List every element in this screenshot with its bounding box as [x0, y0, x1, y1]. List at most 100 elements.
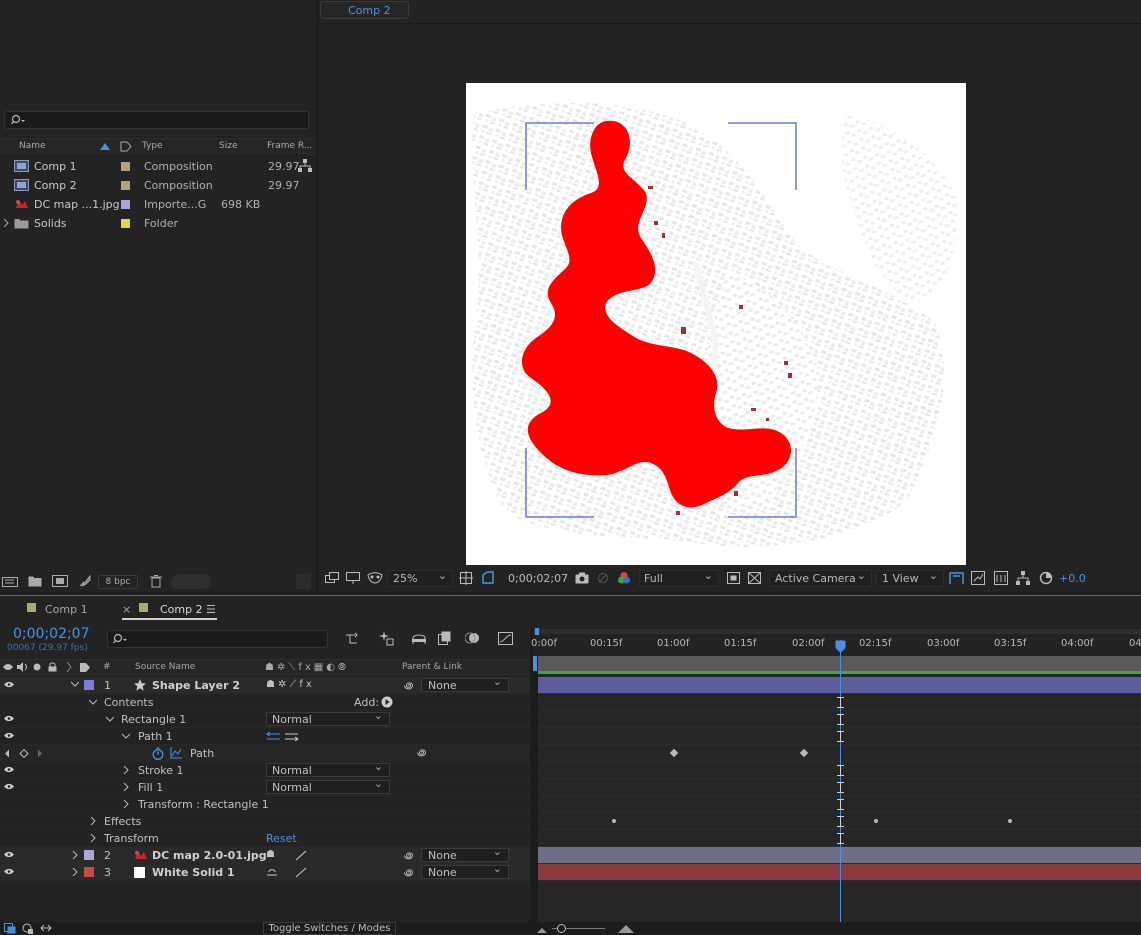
eye-icon[interactable]	[4, 851, 14, 858]
interpret-footage-icon[interactable]	[2, 575, 18, 588]
reset-exposure-icon[interactable]	[1039, 571, 1053, 585]
viewer-timecode[interactable]: 0;00;02;07	[508, 572, 568, 585]
time-stretch-icon[interactable]	[40, 923, 52, 934]
keyframe[interactable]	[799, 748, 809, 758]
timeline-search-input[interactable]	[107, 630, 328, 648]
quality-switch-icon[interactable]	[295, 867, 307, 878]
timeline-icon[interactable]	[994, 571, 1008, 585]
trash-icon[interactable]	[150, 575, 162, 588]
zoom-dropdown[interactable]: 25% ⌄	[387, 569, 453, 587]
current-time-display[interactable]: 0;00;02;07	[13, 626, 90, 642]
keyframe-navigator[interactable]	[4, 749, 44, 758]
shy-layers-icon[interactable]	[411, 632, 427, 645]
close-tab-icon[interactable]: ×	[122, 603, 131, 616]
stopwatch-icon[interactable]	[152, 747, 164, 760]
label-color-swatch[interactable]	[121, 219, 130, 228]
work-area-bar[interactable]	[533, 629, 1141, 634]
property-stroke-1[interactable]: Stroke 1 Normal	[0, 760, 530, 779]
label-color-swatch[interactable]	[121, 162, 130, 171]
camera-dropdown[interactable]: Active Camera ⌄	[769, 569, 872, 587]
monitor-icon[interactable]	[346, 572, 360, 584]
frame-blending-icon[interactable]	[438, 631, 454, 645]
label-tag-icon[interactable]	[120, 141, 132, 152]
layer-switches[interactable]: ☗✲⟋fx	[266, 679, 315, 690]
column-parent-link[interactable]: Parent & Link	[402, 662, 462, 672]
thumbnail-slider[interactable]	[171, 574, 211, 589]
zoom-out-icon[interactable]	[537, 924, 547, 934]
composition-canvas[interactable]	[466, 83, 966, 565]
label-color-swatch[interactable]	[84, 680, 94, 690]
zoom-in-icon[interactable]	[618, 923, 634, 934]
property-transform[interactable]: Transform Reset	[0, 830, 530, 847]
exposure-value[interactable]: +0.0	[1059, 572, 1086, 585]
eye-icon[interactable]	[4, 766, 14, 773]
path-direction-icons[interactable]	[266, 731, 300, 742]
new-folder-icon[interactable]	[28, 575, 42, 587]
transparency-grid-icon[interactable]	[481, 571, 495, 585]
layer-row-dc-map[interactable]: 2 DC map 2.0-01.jpg ☗ None	[0, 845, 530, 864]
comp-mini-flowchart-icon[interactable]	[345, 632, 361, 646]
playhead-handle[interactable]	[835, 640, 846, 654]
fast-previews-icon[interactable]	[971, 571, 985, 585]
blend-mode-dropdown[interactable]: Normal	[266, 760, 390, 777]
draft-3d-icon[interactable]	[377, 630, 395, 646]
tab-comp-2[interactable]: Comp 2	[160, 603, 203, 616]
label-color-swatch[interactable]	[84, 850, 94, 860]
property-fill-1[interactable]: Fill 1 Normal	[0, 777, 530, 796]
viewer-tab-comp-2[interactable]: Comp 2	[320, 1, 409, 19]
chevron-down-icon[interactable]	[89, 699, 97, 705]
mask-visibility-icon[interactable]	[367, 572, 383, 584]
new-composition-icon[interactable]	[52, 575, 68, 587]
show-snapshot-icon[interactable]	[597, 572, 609, 584]
eye-icon[interactable]	[4, 783, 14, 790]
sort-ascending-icon[interactable]	[100, 143, 110, 150]
project-item-comp-2[interactable]: Comp 2 Composition 29.97	[0, 176, 300, 195]
region-of-interest-icon[interactable]	[727, 572, 740, 584]
eye-icon[interactable]	[4, 732, 14, 739]
pick-whip-icon[interactable]	[416, 747, 427, 758]
column-name[interactable]: Name	[19, 141, 46, 151]
property-effects[interactable]: Effects	[0, 813, 530, 830]
toggle-switches-modes-button[interactable]: Toggle Switches / Modes	[263, 922, 396, 935]
property-transform-rectangle[interactable]: Transform : Rectangle 1	[0, 796, 530, 813]
modes-toggle-icon[interactable]	[22, 923, 34, 934]
chevron-right-icon[interactable]	[72, 868, 78, 876]
pick-whip-icon[interactable]	[403, 850, 414, 861]
blend-mode-dropdown[interactable]: Normal	[266, 777, 390, 794]
chevron-down-icon[interactable]	[71, 681, 79, 687]
chevron-right-icon[interactable]	[123, 766, 129, 774]
playhead-line[interactable]	[840, 640, 841, 922]
add-property-icon[interactable]	[381, 696, 393, 708]
parent-dropdown[interactable]: None	[421, 845, 509, 862]
zoom-slider-thumb[interactable]	[557, 924, 566, 933]
comp-flowchart-icon[interactable]	[1016, 571, 1030, 585]
layer-row-white-solid[interactable]: 3 White Solid 1 None	[0, 862, 530, 881]
property-contents[interactable]: Contents Add:	[0, 694, 530, 711]
layer-name[interactable]: Shape Layer 2	[152, 679, 240, 692]
project-search-input[interactable]	[4, 111, 309, 129]
color-channels-icon[interactable]	[617, 571, 631, 585]
graph-editor-icon[interactable]	[498, 630, 514, 646]
column-source-name[interactable]: Source Name	[135, 662, 195, 672]
layer-switches-toggle-icon[interactable]	[4, 923, 16, 934]
render-queue-icon[interactable]	[78, 574, 92, 588]
layer-switches[interactable]: ☗	[266, 849, 275, 860]
column-size[interactable]: Size	[219, 141, 237, 151]
transparency-toggle-icon[interactable]	[748, 572, 761, 584]
layer-row-shape-layer-2[interactable]: 1 Shape Layer 2 ☗✲⟋fx None	[0, 675, 530, 694]
tab-comp-1[interactable]: Comp 1	[45, 603, 88, 616]
property-path[interactable]: Path	[0, 745, 530, 762]
keyframe-summary-dot[interactable]	[874, 819, 878, 823]
column-frame-rate[interactable]: Frame R...	[267, 141, 312, 151]
resolution-dropdown[interactable]: Full ⌄	[639, 569, 719, 587]
tab-menu-icon[interactable]: ☰	[206, 603, 216, 616]
flowchart-icon[interactable]	[298, 159, 312, 172]
eye-icon[interactable]	[4, 715, 14, 722]
keyframe[interactable]	[669, 748, 679, 758]
property-path-1[interactable]: Path 1	[0, 728, 530, 745]
graph-icon[interactable]	[170, 747, 182, 759]
quality-switch-icon[interactable]	[295, 850, 307, 861]
label-color-swatch[interactable]	[121, 200, 130, 209]
blend-mode-dropdown[interactable]: Normal	[266, 709, 390, 726]
chevron-right-icon[interactable]	[123, 783, 129, 791]
